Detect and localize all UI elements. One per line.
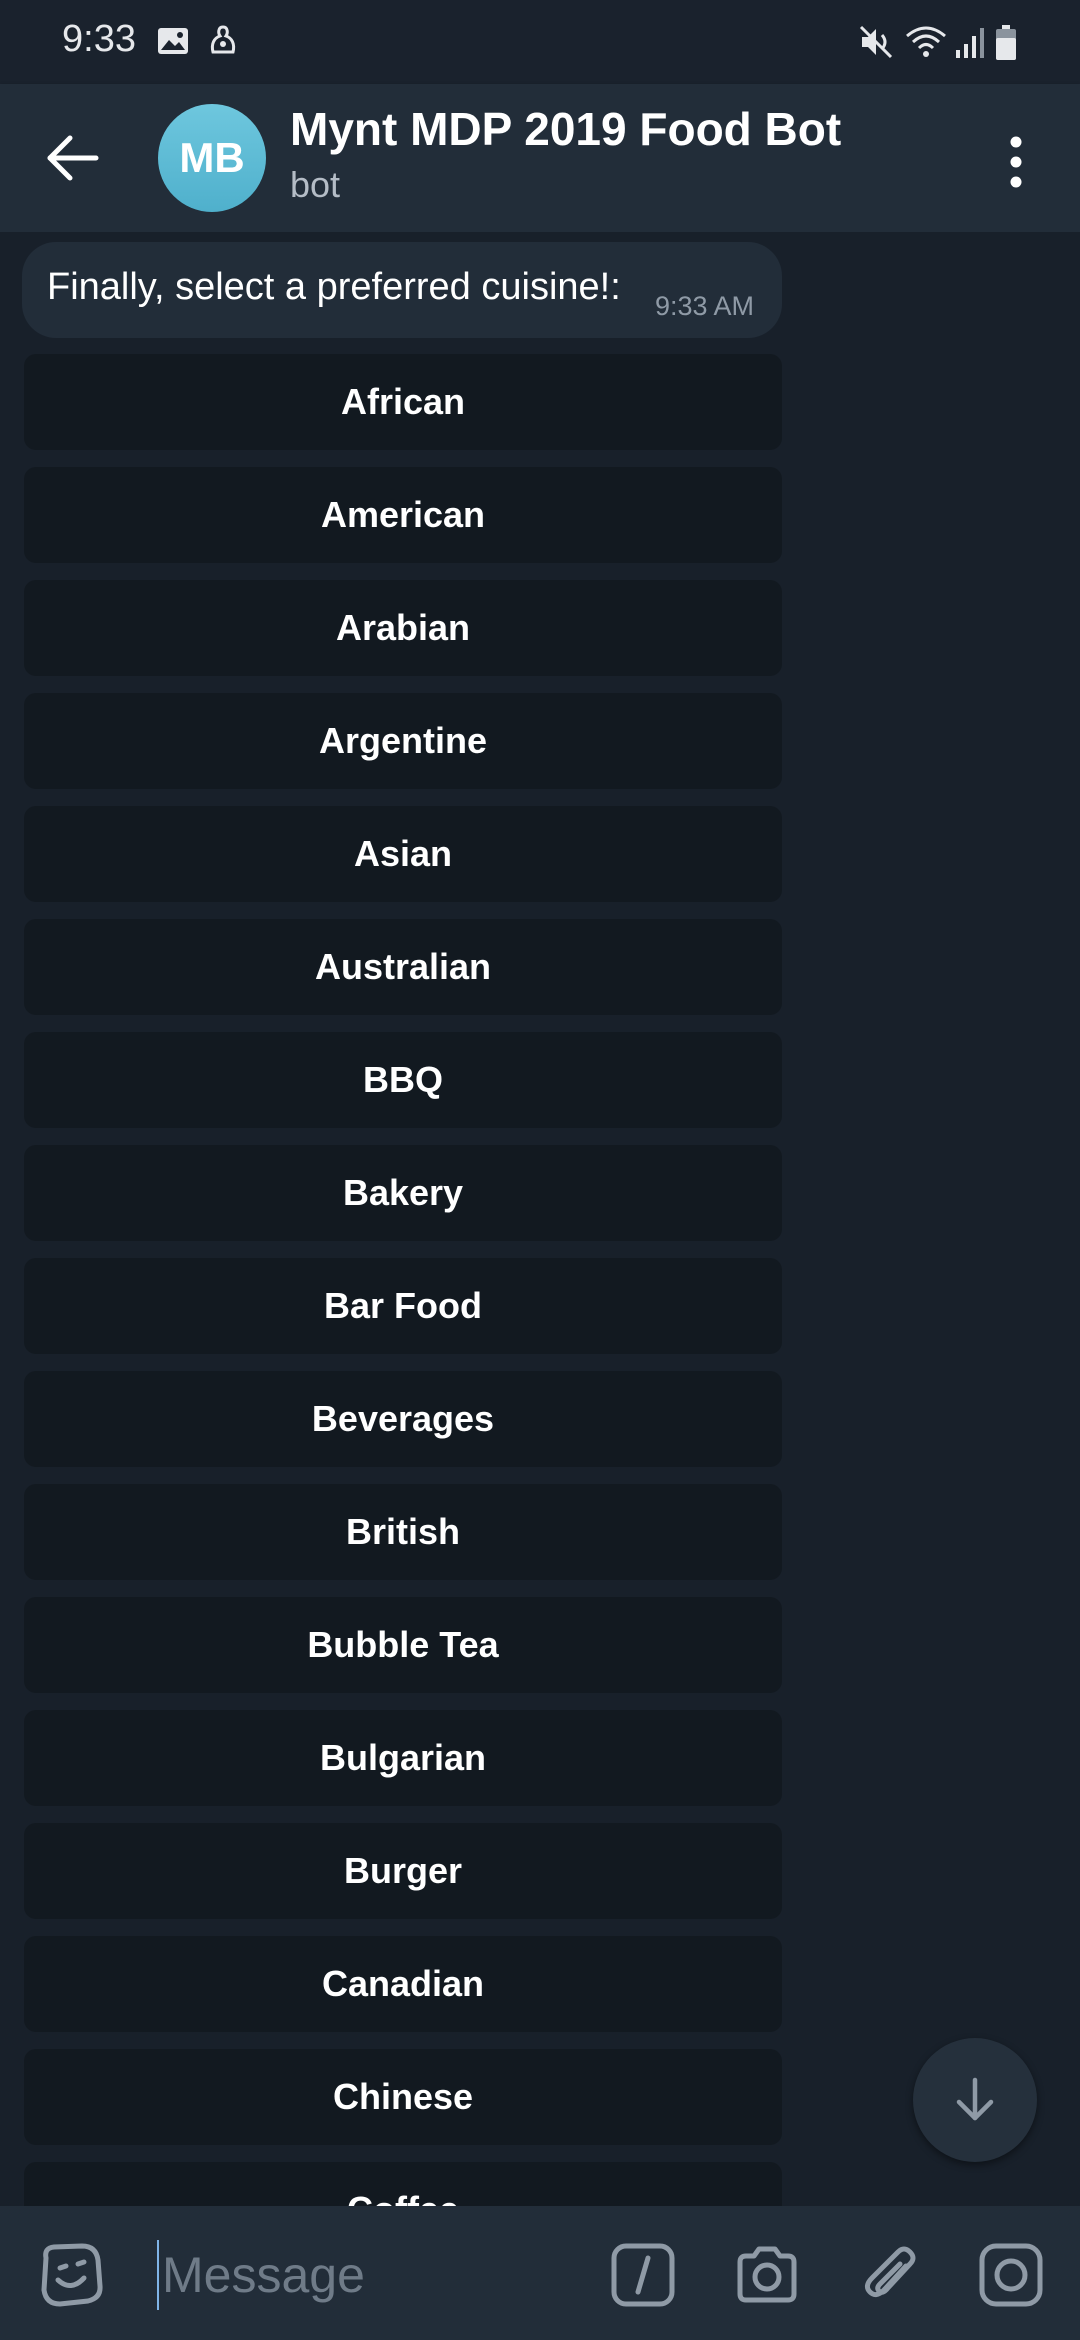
keyboard-button[interactable]: Bubble Tea	[24, 1597, 782, 1693]
video-message-icon	[979, 2243, 1043, 2307]
status-time: 9:33	[62, 18, 136, 60]
keyboard-button[interactable]: Chinese	[24, 2049, 782, 2145]
status-bar: 9:33	[0, 0, 1080, 84]
text-cursor	[157, 2240, 159, 2310]
arrow-down-icon	[956, 2077, 994, 2121]
chat-subtitle: bot	[290, 164, 341, 205]
keyboard-button[interactable]: British	[24, 1484, 782, 1580]
video-message-button[interactable]	[976, 2240, 1046, 2310]
bot-commands-button[interactable]	[608, 2240, 678, 2310]
camera-icon	[737, 2246, 797, 2303]
message-time: 9:33 AM	[654, 291, 754, 321]
notification-icon	[206, 24, 240, 65]
chat-title[interactable]: Mynt MDP 2019 Food Bot	[290, 102, 841, 156]
inline-keyboard: African American Arabian Argentine Asian Aust…	[24, 354, 782, 2206]
attach-button[interactable]	[856, 2240, 926, 2310]
keyboard-button[interactable]: Canadian	[24, 1936, 782, 2032]
emoji-button[interactable]	[36, 2240, 106, 2310]
avatar-initials: MB	[179, 134, 245, 181]
chat-area[interactable]: Finally, select a preferred cuisine!: 9:…	[0, 232, 1080, 2206]
chat-header: MB Mynt MDP 2019 Food Bot bot	[0, 84, 1080, 232]
sticker-icon	[41, 2243, 103, 2307]
keyboard-button[interactable]: Bakery	[24, 1145, 782, 1241]
message-input[interactable]	[160, 2234, 584, 2316]
mute-icon	[858, 24, 894, 65]
message-bubble: Finally, select a preferred cuisine!: 9:…	[22, 242, 782, 338]
slash-command-icon	[611, 2243, 675, 2307]
arrow-left-icon	[47, 135, 99, 181]
keyboard-button[interactable]: Coffee	[24, 2162, 782, 2206]
keyboard-button[interactable]: Argentine	[24, 693, 782, 789]
avatar[interactable]: MB	[158, 104, 266, 212]
camera-button[interactable]	[732, 2240, 802, 2310]
scroll-to-bottom-button[interactable]	[913, 2038, 1037, 2162]
back-button[interactable]	[36, 120, 112, 196]
keyboard-button[interactable]: American	[24, 467, 782, 563]
keyboard-button[interactable]: BBQ	[24, 1032, 782, 1128]
keyboard-button[interactable]: Burger	[24, 1823, 782, 1919]
keyboard-button[interactable]: Australian	[24, 919, 782, 1015]
battery-icon	[994, 24, 1018, 67]
more-vert-icon	[1010, 136, 1022, 188]
message-input-bar	[0, 2206, 1080, 2340]
keyboard-button[interactable]: Beverages	[24, 1371, 782, 1467]
image-icon	[156, 24, 190, 63]
keyboard-button[interactable]: Bulgarian	[24, 1710, 782, 1806]
wifi-icon	[904, 24, 948, 65]
keyboard-button[interactable]: Asian	[24, 806, 782, 902]
message-text: Finally, select a preferred cuisine!:	[47, 266, 621, 308]
keyboard-button[interactable]: Bar Food	[24, 1258, 782, 1354]
paperclip-icon	[864, 2246, 916, 2298]
more-options-button[interactable]	[996, 130, 1036, 194]
signal-icon	[954, 24, 986, 65]
keyboard-button[interactable]: Arabian	[24, 580, 782, 676]
keyboard-button[interactable]: African	[24, 354, 782, 450]
